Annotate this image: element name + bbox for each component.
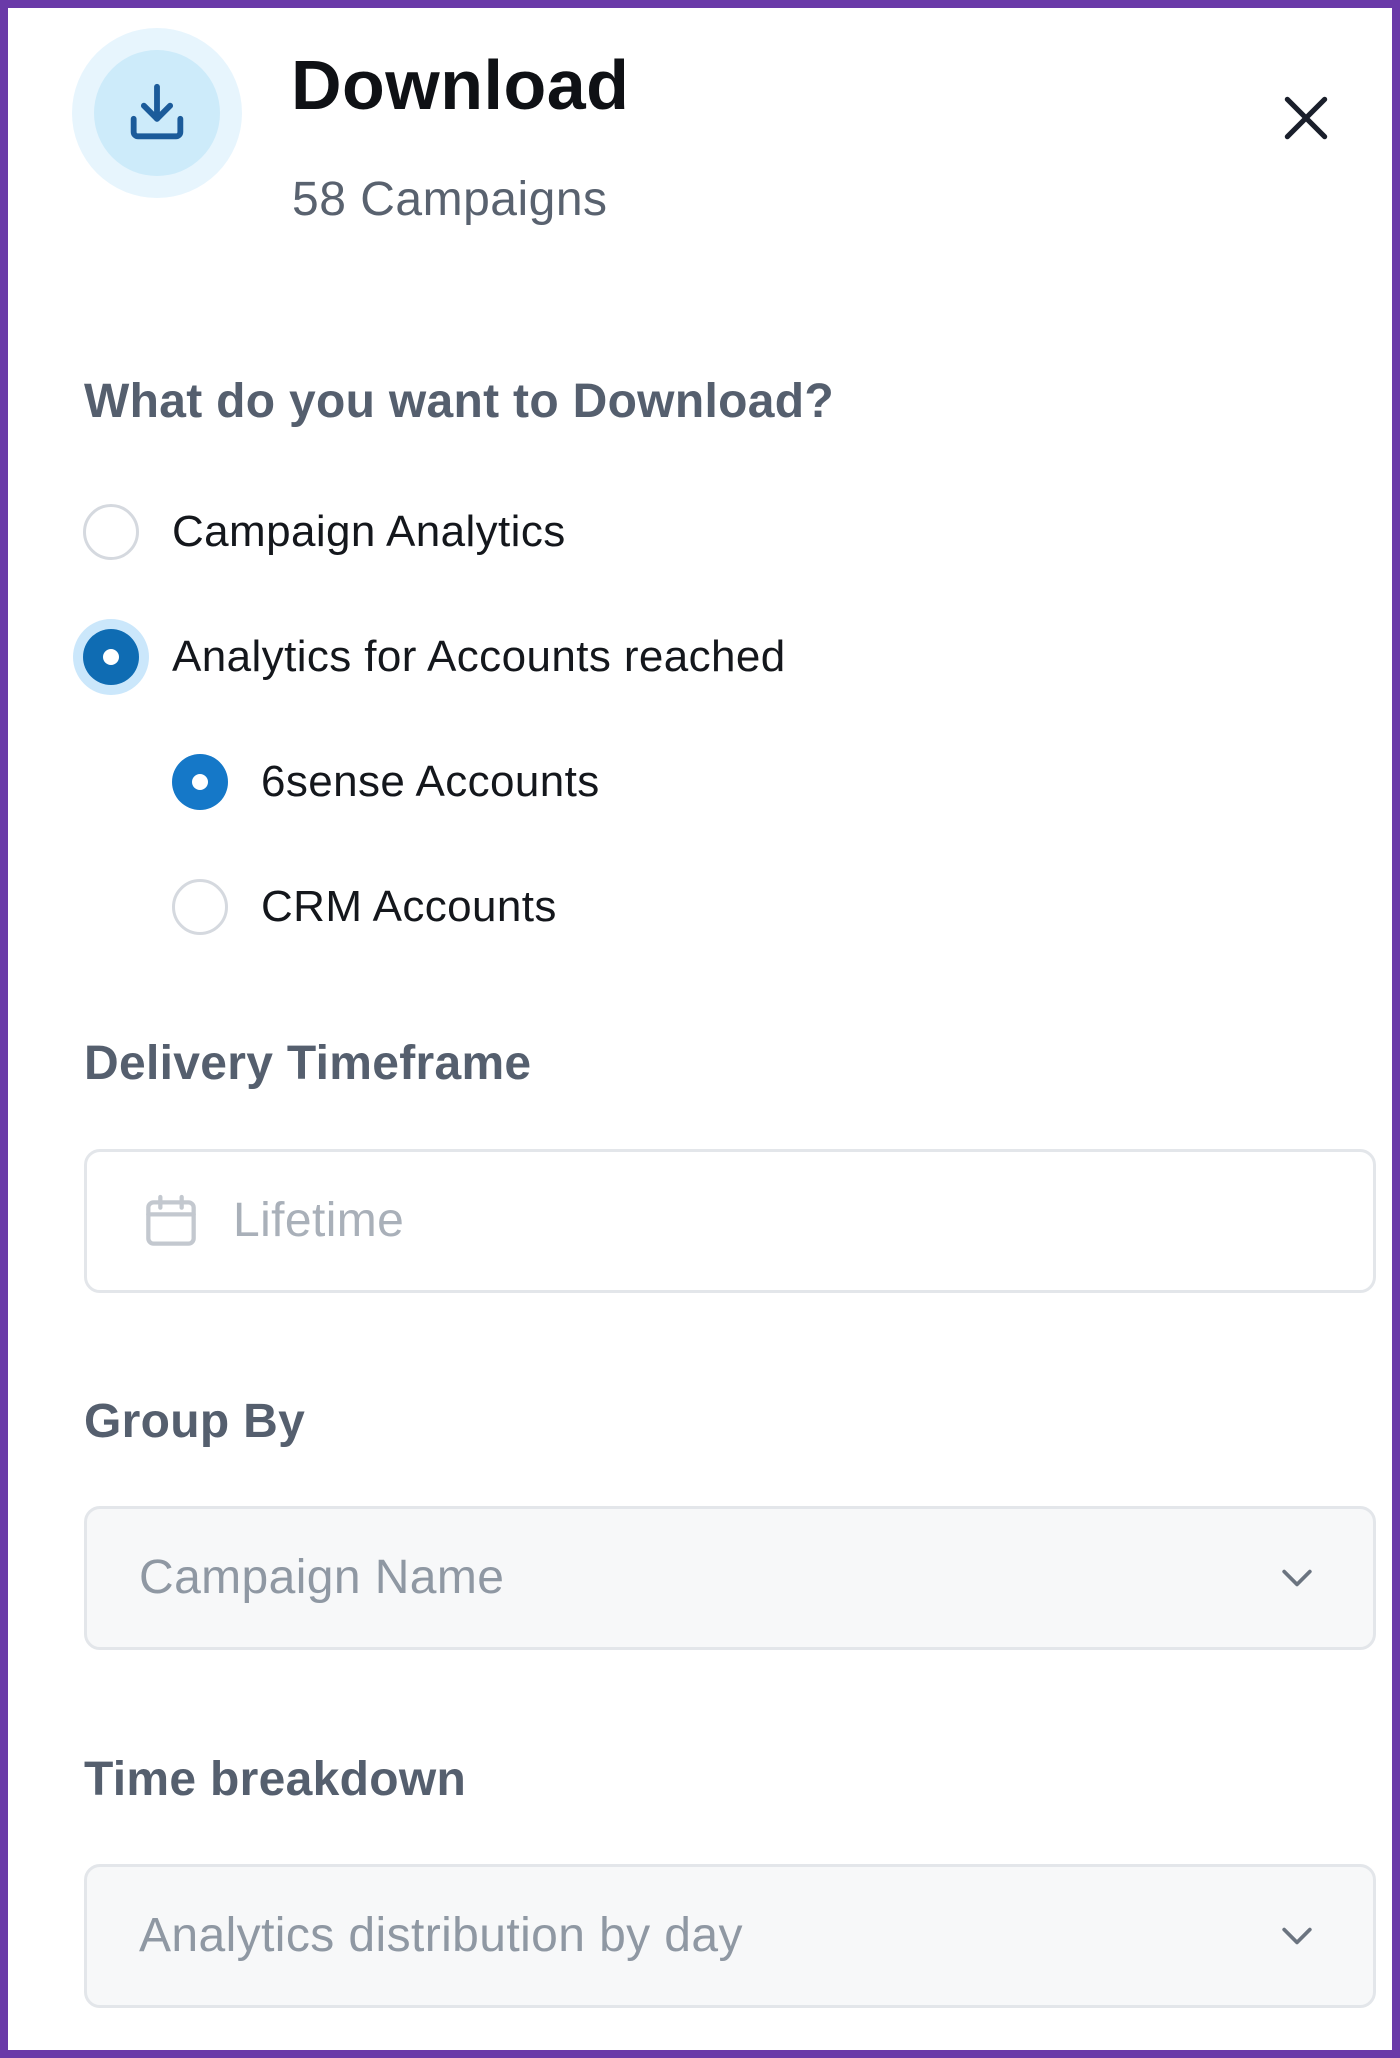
download-type-label: What do you want to Download?: [84, 375, 834, 428]
time-breakdown-value: Analytics distribution by day: [139, 1909, 743, 1962]
chevron-down-icon: [1282, 1927, 1312, 1945]
radio-circle[interactable]: [83, 504, 139, 560]
calendar-icon: [139, 1189, 203, 1253]
close-icon: [1284, 96, 1328, 140]
download-icon-circle: [94, 50, 220, 176]
download-icon: [130, 83, 184, 140]
delivery-timeframe-field: Lifetime: [84, 1149, 1376, 1293]
time-breakdown-label: Time breakdown: [84, 1753, 467, 1806]
campaign-count: 58 Campaigns: [292, 173, 608, 226]
delivery-timeframe-placeholder: Lifetime: [233, 1194, 405, 1247]
group-by-value: Campaign Name: [139, 1551, 505, 1604]
chevron-down-icon: [1282, 1569, 1312, 1587]
radio-crm-accounts[interactable]: CRM Accounts: [172, 879, 557, 935]
radio-circle[interactable]: [172, 754, 228, 810]
radio-label: CRM Accounts: [261, 882, 557, 931]
radio-label: Campaign Analytics: [172, 507, 566, 556]
radio-campaign-analytics[interactable]: Campaign Analytics: [83, 504, 566, 560]
radio-label: 6sense Accounts: [261, 757, 600, 806]
download-panel: Download 58 Campaigns What do you want t…: [0, 0, 1400, 2058]
panel-title: Download: [291, 46, 630, 124]
group-by-label: Group By: [84, 1395, 306, 1448]
radio-analytics-accounts-reached[interactable]: Analytics for Accounts reached: [83, 629, 786, 685]
radio-label: Analytics for Accounts reached: [172, 632, 786, 681]
time-breakdown-select[interactable]: Analytics distribution by day: [84, 1864, 1376, 2008]
delivery-timeframe-label: Delivery Timeframe: [84, 1037, 532, 1090]
group-by-select[interactable]: Campaign Name: [84, 1506, 1376, 1650]
radio-circle[interactable]: [83, 629, 139, 685]
close-button[interactable]: [1266, 78, 1346, 158]
radio-circle[interactable]: [172, 879, 228, 935]
download-icon-badge: [72, 28, 242, 198]
radio-6sense-accounts[interactable]: 6sense Accounts: [172, 754, 600, 810]
